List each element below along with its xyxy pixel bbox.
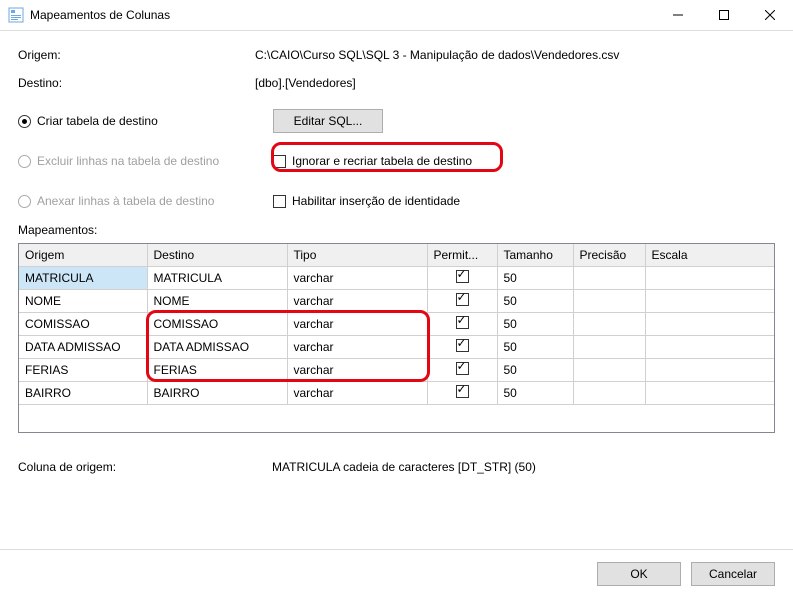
cell-tamanho[interactable]: 50 — [497, 289, 573, 312]
cell-tipo[interactable]: varchar — [287, 312, 427, 335]
cell-tamanho[interactable]: 50 — [497, 312, 573, 335]
destination-value: [dbo].[Vendedores] — [255, 76, 356, 90]
table-row[interactable]: BAIRROBAIRROvarchar50 — [19, 381, 774, 404]
cell-escala[interactable] — [645, 358, 774, 381]
cell-origem[interactable]: BAIRRO — [19, 381, 147, 404]
append-rows-radio — [18, 195, 31, 208]
cell-tamanho[interactable]: 50 — [497, 381, 573, 404]
cell-tipo[interactable]: varchar — [287, 335, 427, 358]
cell-tipo[interactable]: varchar — [287, 381, 427, 404]
table-row[interactable]: NOMENOMEvarchar50 — [19, 289, 774, 312]
drop-recreate-checkbox[interactable] — [273, 155, 286, 168]
cell-tamanho[interactable]: 50 — [497, 358, 573, 381]
cell-precisao[interactable] — [573, 358, 645, 381]
cancel-button[interactable]: Cancelar — [691, 562, 775, 586]
header-precisao[interactable]: Precisão — [573, 244, 645, 266]
create-table-radio[interactable] — [18, 115, 31, 128]
cell-destino[interactable]: DATA ADMISSAO — [147, 335, 287, 358]
cell-origem[interactable]: DATA ADMISSAO — [19, 335, 147, 358]
table-header-row: Origem Destino Tipo Permit... Tamanho Pr… — [19, 244, 774, 266]
identity-insert-label: Habilitar inserção de identidade — [292, 194, 460, 208]
permit-checkbox[interactable] — [456, 270, 469, 283]
header-tamanho[interactable]: Tamanho — [497, 244, 573, 266]
content-area: Origem: C:\CAIO\Curso SQL\SQL 3 - Manipu… — [0, 31, 793, 495]
cell-permit[interactable] — [427, 289, 497, 312]
header-escala[interactable]: Escala — [645, 244, 774, 266]
source-column-value: MATRICULA cadeia de caracteres [DT_STR] … — [272, 460, 536, 474]
cell-precisao[interactable] — [573, 266, 645, 289]
header-permit[interactable]: Permit... — [427, 244, 497, 266]
cell-escala[interactable] — [645, 289, 774, 312]
cell-tipo[interactable]: varchar — [287, 266, 427, 289]
cell-destino[interactable]: FERIAS — [147, 358, 287, 381]
append-rows-label: Anexar linhas à tabela de destino — [37, 194, 214, 208]
minimize-button[interactable] — [655, 0, 701, 31]
table-row[interactable]: COMISSAOCOMISSAOvarchar50 — [19, 312, 774, 335]
cell-escala[interactable] — [645, 335, 774, 358]
cell-origem[interactable]: FERIAS — [19, 358, 147, 381]
cell-origem[interactable]: COMISSAO — [19, 312, 147, 335]
mappings-table[interactable]: Origem Destino Tipo Permit... Tamanho Pr… — [19, 244, 774, 405]
close-button[interactable] — [747, 0, 793, 31]
mappings-label: Mapeamentos: — [18, 223, 775, 237]
permit-checkbox[interactable] — [456, 385, 469, 398]
permit-checkbox[interactable] — [456, 293, 469, 306]
cell-origem[interactable]: NOME — [19, 289, 147, 312]
destination-label: Destino: — [18, 76, 255, 90]
table-row[interactable]: FERIASFERIASvarchar50 — [19, 358, 774, 381]
cell-tipo[interactable]: varchar — [287, 358, 427, 381]
identity-insert-checkbox[interactable] — [273, 195, 286, 208]
origin-value: C:\CAIO\Curso SQL\SQL 3 - Manipulação de… — [255, 48, 619, 62]
cell-tipo[interactable]: varchar — [287, 289, 427, 312]
permit-checkbox[interactable] — [456, 362, 469, 375]
cell-escala[interactable] — [645, 381, 774, 404]
window-title: Mapeamentos de Colunas — [30, 8, 655, 22]
delete-rows-label: Excluir linhas na tabela de destino — [37, 154, 219, 168]
cell-precisao[interactable] — [573, 289, 645, 312]
cell-tamanho[interactable]: 50 — [497, 266, 573, 289]
window-buttons — [655, 0, 793, 31]
cell-tamanho[interactable]: 50 — [497, 335, 573, 358]
cell-permit[interactable] — [427, 381, 497, 404]
cell-origem[interactable]: MATRICULA — [19, 266, 147, 289]
table-row[interactable]: MATRICULAMATRICULAvarchar50 — [19, 266, 774, 289]
table-row[interactable]: DATA ADMISSAODATA ADMISSAOvarchar50 — [19, 335, 774, 358]
header-tipo[interactable]: Tipo — [287, 244, 427, 266]
drop-recreate-label: Ignorar e recriar tabela de destino — [292, 154, 472, 168]
header-destino[interactable]: Destino — [147, 244, 287, 266]
app-icon — [8, 7, 24, 23]
edit-sql-button[interactable]: Editar SQL... — [273, 109, 383, 133]
cell-permit[interactable] — [427, 312, 497, 335]
cell-precisao[interactable] — [573, 312, 645, 335]
ok-button[interactable]: OK — [597, 562, 681, 586]
cell-escala[interactable] — [645, 266, 774, 289]
cell-permit[interactable] — [427, 358, 497, 381]
delete-rows-radio — [18, 155, 31, 168]
cell-destino[interactable]: MATRICULA — [147, 266, 287, 289]
cell-permit[interactable] — [427, 266, 497, 289]
source-column-label: Coluna de origem: — [18, 460, 272, 474]
origin-label: Origem: — [18, 48, 255, 62]
header-origem[interactable]: Origem — [19, 244, 147, 266]
cell-destino[interactable]: BAIRRO — [147, 381, 287, 404]
permit-checkbox[interactable] — [456, 316, 469, 329]
maximize-button[interactable] — [701, 0, 747, 31]
create-table-label: Criar tabela de destino — [37, 114, 158, 128]
footer-bar: OK Cancelar — [0, 549, 793, 597]
mappings-table-area: Origem Destino Tipo Permit... Tamanho Pr… — [18, 243, 775, 433]
cell-precisao[interactable] — [573, 381, 645, 404]
cell-permit[interactable] — [427, 335, 497, 358]
cell-destino[interactable]: COMISSAO — [147, 312, 287, 335]
cell-precisao[interactable] — [573, 335, 645, 358]
titlebar: Mapeamentos de Colunas — [0, 0, 793, 31]
permit-checkbox[interactable] — [456, 339, 469, 352]
cell-destino[interactable]: NOME — [147, 289, 287, 312]
cell-escala[interactable] — [645, 312, 774, 335]
